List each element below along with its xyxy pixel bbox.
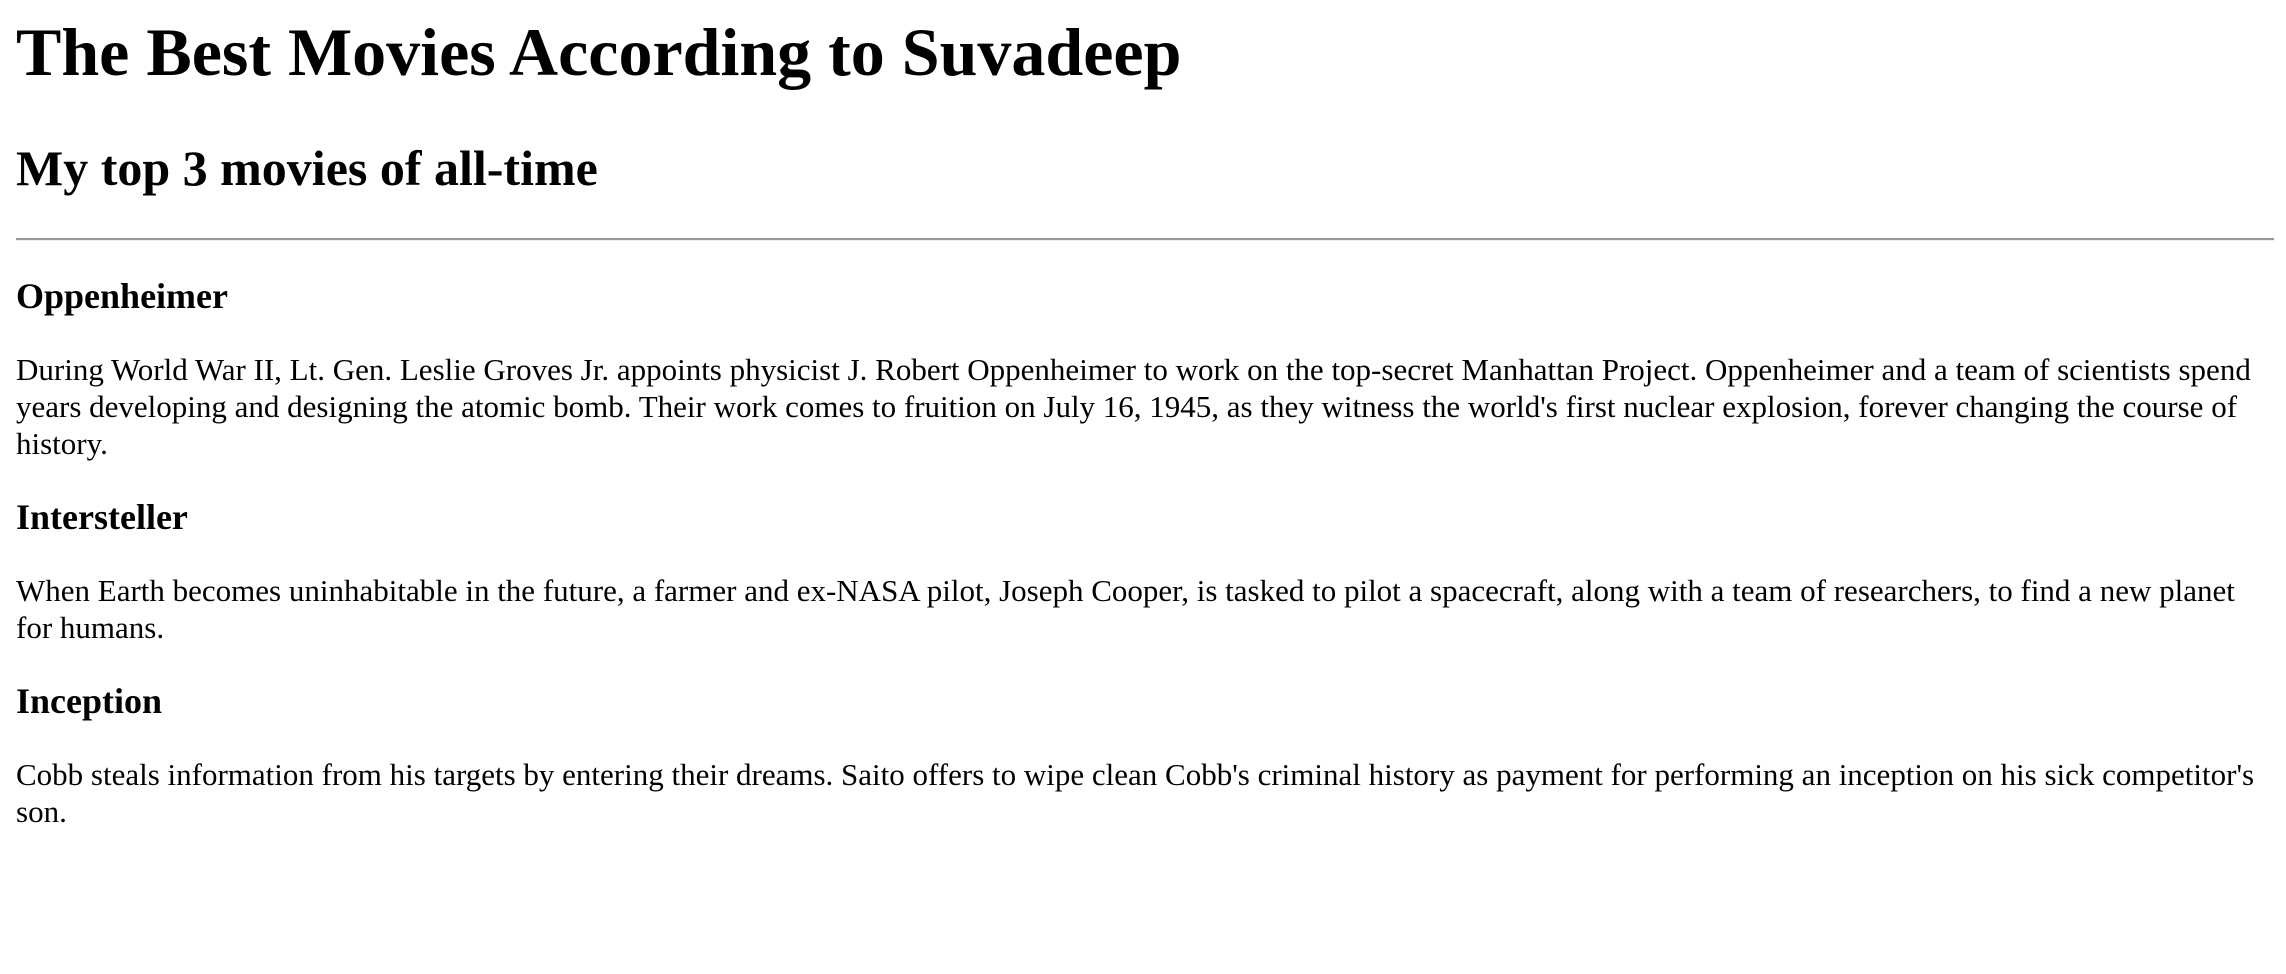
movie-title: Oppenheimer	[16, 276, 228, 316]
page-content: The Best Movies According to Suvadeep My…	[0, 12, 2286, 830]
movie-title: Intersteller	[16, 497, 188, 537]
movie-entry-oppenheimer: Oppenheimer During World War II, Lt. Gen…	[16, 275, 2274, 462]
movie-description: When Earth becomes uninhabitable in the …	[16, 573, 2235, 645]
page-subtitle: My top 3 movies of all-time	[16, 140, 598, 196]
page-title: The Best Movies According to Suvadeep	[16, 14, 1182, 90]
movie-entry-intersteller: Intersteller When Earth becomes uninhabi…	[16, 496, 2274, 646]
movie-description: Cobb steals information from his targets…	[16, 757, 2255, 829]
movie-entry-inception: Inception Cobb steals information from h…	[16, 680, 2274, 830]
section-divider	[16, 238, 2274, 241]
movie-description: During World War II, Lt. Gen. Leslie Gro…	[16, 352, 2251, 461]
movie-title: Inception	[16, 681, 163, 721]
